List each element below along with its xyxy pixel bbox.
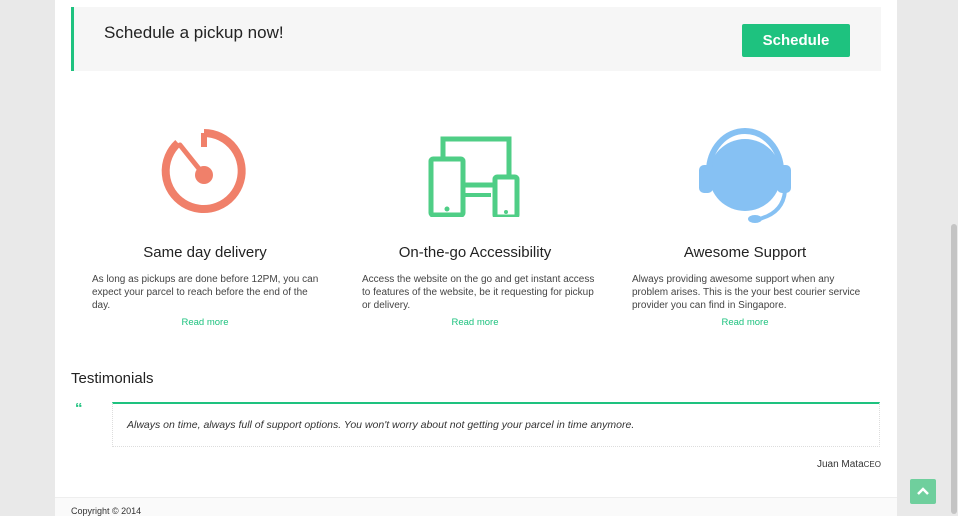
page-container: Schedule a pickup now! Schedule Same day…	[55, 0, 897, 516]
feature-title: On-the-go Accessibility	[398, 244, 552, 261]
read-more-link[interactable]: Read more	[85, 317, 325, 328]
headset-icon	[625, 125, 865, 235]
feature-description: Always providing awesome support when an…	[632, 274, 861, 311]
quote-icon: “	[75, 400, 83, 417]
stopwatch-icon	[85, 125, 325, 235]
testimonials-heading: Testimonials	[71, 370, 154, 387]
back-to-top-button[interactable]	[910, 479, 936, 504]
footer: Copyright © 2014	[55, 497, 897, 516]
testimonial-quote: Always on time, always full of support o…	[127, 419, 635, 431]
author-role: CEO	[863, 460, 881, 469]
feature-description: Access the website on the go and get ins…	[362, 274, 595, 311]
feature-title: Awesome Support	[683, 244, 807, 261]
feature-description: As long as pickups are done before 12PM,…	[92, 274, 319, 311]
schedule-button[interactable]: Schedule	[742, 24, 850, 57]
scrollbar-thumb[interactable]	[951, 224, 957, 514]
scrollbar[interactable]	[950, 0, 958, 516]
feature-accessibility: On-the-go Accessibility Access the websi…	[355, 125, 595, 328]
devices-icon	[355, 125, 595, 235]
read-more-link[interactable]: Read more	[355, 317, 595, 328]
copyright-text: Copyright © 2014	[71, 506, 142, 516]
chevron-up-icon	[917, 486, 929, 495]
feature-support: Awesome Support Always providing awesome…	[625, 125, 865, 328]
feature-same-day-delivery: Same day delivery As long as pickups are…	[85, 125, 325, 328]
schedule-banner-text: Schedule a pickup now!	[104, 23, 284, 42]
feature-title: Same day delivery	[143, 244, 267, 261]
testimonial-author: Juan MataCEO	[817, 459, 881, 470]
schedule-banner: Schedule a pickup now! Schedule	[71, 7, 881, 71]
author-name: Juan Mata	[816, 459, 864, 470]
testimonial-quote-box: Always on time, always full of support o…	[112, 402, 880, 447]
read-more-link[interactable]: Read more	[625, 317, 865, 328]
